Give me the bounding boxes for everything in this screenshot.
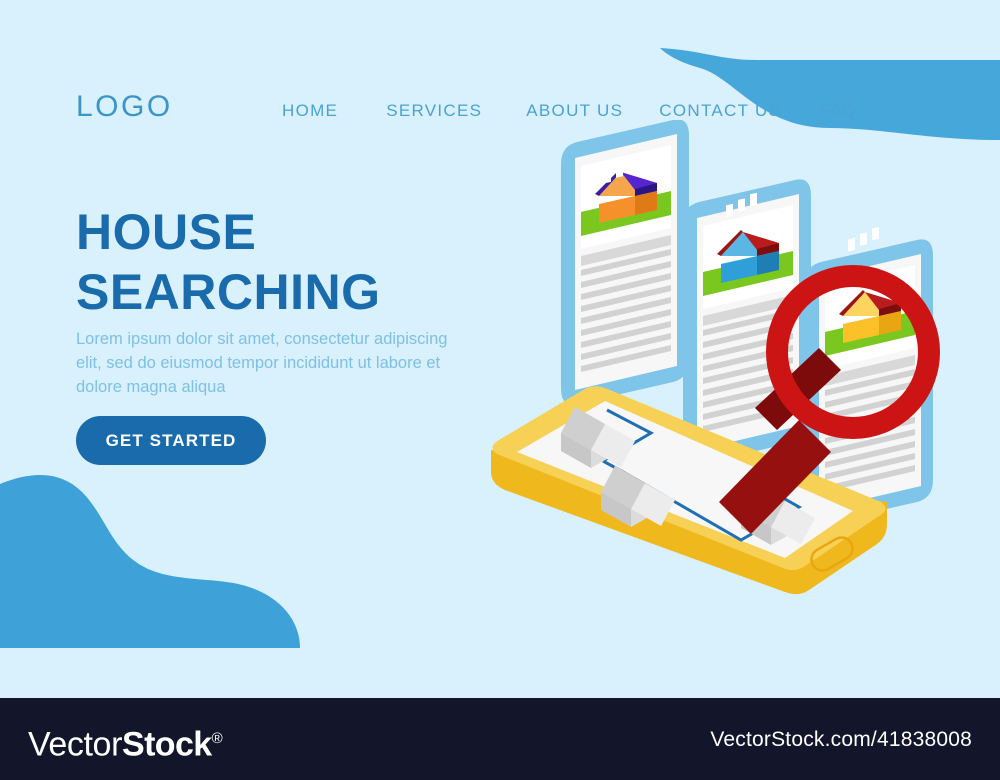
nav-links: HOME SERVICES ABOUT US CONTACT US FAQ: [282, 101, 857, 121]
brand-thin: Vector: [28, 725, 122, 764]
wave-bottom-left: [0, 474, 300, 648]
registered-mark: ®: [211, 730, 223, 747]
house-search-illustration: [491, 120, 940, 595]
headline-line-1: HOUSE: [76, 203, 257, 260]
hero-illustration: [455, 120, 1000, 665]
nav-item-home[interactable]: HOME: [282, 101, 338, 121]
hero-paragraph: Lorem ipsum dolor sit amet, consectetur …: [76, 329, 448, 396]
top-navigation: LOGO HOME SERVICES ABOUT US CONTACT US F…: [0, 0, 1000, 160]
listing-card-1[interactable]: [561, 120, 689, 405]
headline-line-2: SEARCHING: [76, 263, 381, 320]
vectorstock-logo: VectorStock®: [28, 716, 223, 767]
nav-item-contact-us[interactable]: CONTACT US: [659, 101, 781, 121]
screenshot-root: LOGO HOME SERVICES ABOUT US CONTACT US F…: [0, 0, 1000, 780]
hero-section: LOGO HOME SERVICES ABOUT US CONTACT US F…: [0, 0, 1000, 698]
vectorstock-url: VectorStock.com/41838008: [710, 728, 972, 751]
nav-item-about-us[interactable]: ABOUT US: [526, 101, 623, 121]
brand-bold: Stock: [122, 725, 212, 764]
nav-item-faq[interactable]: FAQ: [819, 101, 857, 121]
site-logo[interactable]: LOGO: [76, 92, 173, 122]
get-started-button[interactable]: GET STARTED: [76, 416, 266, 465]
nav-item-services[interactable]: SERVICES: [386, 101, 482, 121]
page-title: HOUSE SEARCHING: [76, 202, 381, 322]
watermark-footer: VectorStock® VectorStock.com/41838008: [0, 698, 1000, 780]
